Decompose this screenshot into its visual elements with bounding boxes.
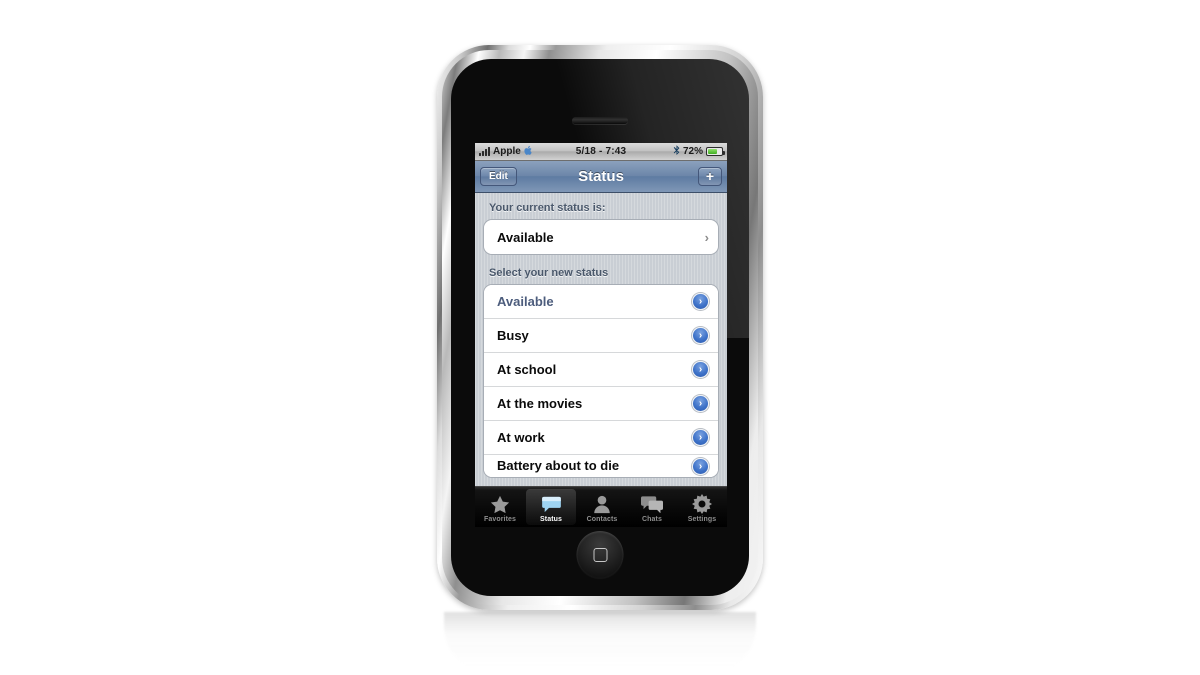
new-status-group: Available › Busy › At school › At the mo… bbox=[483, 284, 719, 478]
status-bar: Apple 5/18 - 7:43 72% bbox=[475, 143, 727, 161]
status-row-at-school[interactable]: At school › bbox=[484, 353, 718, 387]
gear-icon bbox=[691, 494, 713, 514]
signal-bars-icon bbox=[479, 147, 490, 156]
phone-screen: Apple 5/18 - 7:43 72% Edit Status + Your… bbox=[475, 143, 727, 527]
tab-settings[interactable]: Settings bbox=[677, 487, 727, 527]
chevron-right-icon: › bbox=[704, 229, 709, 245]
edit-button[interactable]: Edit bbox=[480, 167, 517, 186]
detail-disclosure-icon[interactable]: › bbox=[692, 458, 709, 475]
tab-status[interactable]: Status bbox=[526, 489, 576, 525]
section-header-new-status: Select your new status bbox=[489, 267, 609, 279]
status-label: At school bbox=[497, 362, 557, 377]
status-bar-left: Apple bbox=[479, 145, 576, 159]
status-row-at-the-movies[interactable]: At the movies › bbox=[484, 387, 718, 421]
detail-disclosure-icon[interactable]: › bbox=[692, 395, 709, 412]
detail-disclosure-icon[interactable]: › bbox=[692, 327, 709, 344]
carrier-label: Apple bbox=[493, 146, 521, 157]
status-label: At the movies bbox=[497, 396, 583, 411]
status-label: Available bbox=[497, 294, 554, 309]
current-status-label: Available bbox=[497, 229, 554, 245]
earpiece-speaker bbox=[572, 117, 628, 124]
detail-disclosure-icon[interactable]: › bbox=[692, 361, 709, 378]
tab-chats[interactable]: Chats bbox=[627, 487, 677, 527]
person-icon bbox=[591, 494, 613, 514]
home-button-square-icon bbox=[593, 547, 607, 562]
bluetooth-icon bbox=[673, 144, 680, 159]
tab-label: Status bbox=[540, 516, 562, 523]
apple-logo-icon bbox=[524, 145, 533, 159]
status-row-available[interactable]: Available › bbox=[484, 285, 718, 319]
status-bar-time: 5/18 - 7:43 bbox=[575, 146, 627, 157]
current-status-group: Available › bbox=[483, 219, 719, 255]
status-label: Busy bbox=[497, 328, 529, 343]
section-header-current-status: Your current status is: bbox=[489, 202, 606, 214]
status-bar-right: 72% bbox=[626, 144, 726, 159]
tab-label: Favorites bbox=[483, 516, 517, 523]
current-status-row[interactable]: Available › bbox=[484, 220, 718, 254]
tab-label: Contacts bbox=[586, 516, 618, 523]
status-list-content[interactable]: Your current status is: Available › Sele… bbox=[475, 193, 727, 486]
add-status-button[interactable]: + bbox=[697, 167, 722, 186]
status-row-at-work[interactable]: At work › bbox=[484, 421, 718, 455]
tab-label: Settings bbox=[687, 516, 717, 523]
phone-reflection bbox=[444, 612, 756, 674]
home-button[interactable] bbox=[576, 531, 624, 578]
battery-icon bbox=[706, 147, 726, 156]
screenshot-stage: Apple 5/18 - 7:43 72% Edit Status + Your… bbox=[0, 0, 1200, 675]
detail-disclosure-icon[interactable]: › bbox=[692, 293, 709, 310]
status-row-battery-about-to-die[interactable]: Battery about to die › bbox=[484, 455, 718, 477]
speech-bubble-icon bbox=[540, 494, 562, 514]
tab-bar: Favorites Status Contacts Chats Settings bbox=[475, 486, 727, 527]
status-label: Battery about to die bbox=[497, 458, 620, 473]
tab-contacts[interactable]: Contacts bbox=[577, 487, 627, 527]
chat-bubbles-icon bbox=[641, 494, 663, 514]
navigation-bar: Edit Status + bbox=[475, 161, 727, 193]
status-label: At work bbox=[497, 430, 545, 445]
battery-percent-label: 72% bbox=[683, 146, 704, 157]
star-icon bbox=[489, 494, 511, 514]
tab-label: Chats bbox=[642, 516, 662, 523]
tab-favorites[interactable]: Favorites bbox=[475, 487, 525, 527]
status-row-busy[interactable]: Busy › bbox=[484, 319, 718, 353]
detail-disclosure-icon[interactable]: › bbox=[692, 429, 709, 446]
